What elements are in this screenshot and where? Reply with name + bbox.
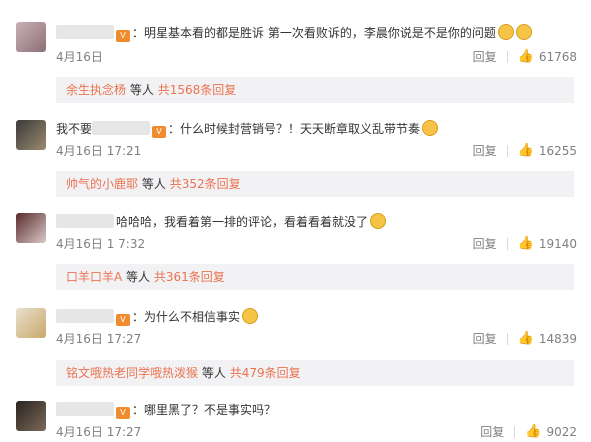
comment-actions: 回复 👍 9022 — [480, 424, 577, 440]
like-count: 14839 — [538, 332, 577, 346]
comment-meta: 4月16日 1 7:32 回复 👍 19140 — [56, 236, 577, 252]
comment-text: ：为什么不相信事实 — [132, 310, 241, 324]
emoji-icon — [370, 213, 387, 229]
like-count: 19140 — [538, 237, 577, 251]
like-count: 16255 — [538, 144, 577, 158]
emoji-icon — [422, 120, 439, 136]
comment-text-line: V ：哪里黑了？不是事实吗？ — [56, 402, 579, 419]
reply-summary[interactable]: 口羊口羊A 等人 共361条回复 — [56, 264, 574, 290]
comment-actions: 回复 👍 14839 — [473, 331, 577, 347]
comment-text-line: 我不要 V ：什么时候封营销号？！天天断章取义乱带节奏 — [56, 120, 579, 138]
reply-user[interactable]: 口羊口羊A — [66, 270, 122, 284]
comment-text: 哈哈哈，我看着第一排的评论，看着看着就没了 — [116, 215, 369, 229]
reply-total[interactable]: 共1568条回复 — [158, 83, 237, 97]
timestamp: 4月16日 — [56, 50, 103, 64]
comment-actions: 回复 👍 16255 — [473, 143, 577, 159]
comment-text-line: V ：明星基本看的都是胜诉 第一次看败诉的，李晨你说是不是你的问题 — [56, 24, 579, 42]
like-count: 9022 — [546, 425, 577, 439]
avatar[interactable] — [16, 401, 46, 431]
reply-summary[interactable]: 铭文哦热老同学哦热泼猴 等人 共479条回复 — [56, 360, 574, 386]
reply-mid: 等人 — [201, 366, 226, 380]
reply-total[interactable]: 共479条回复 — [230, 366, 301, 380]
emoji-icon — [242, 308, 259, 324]
like-count: 61768 — [538, 50, 577, 64]
thumbs-up-icon[interactable]: 👍 — [518, 143, 534, 159]
timestamp: 4月16日 17:21 — [56, 144, 142, 158]
reply-button[interactable]: 回复 — [473, 49, 497, 65]
vip-icon: V — [116, 407, 130, 419]
reply-summary[interactable]: 余生执念杨 等人 共1568条回复 — [56, 77, 574, 103]
username[interactable] — [56, 214, 114, 228]
divider — [506, 145, 508, 157]
username-prefix[interactable]: 我不要 — [56, 122, 92, 136]
reply-summary[interactable]: 帅气的小鹿耶 等人 共352条回复 — [56, 171, 574, 197]
avatar[interactable] — [16, 308, 46, 338]
reply-mid: 等人 — [126, 270, 151, 284]
timestamp: 4月16日 17:27 — [56, 425, 142, 439]
emoji-icon — [515, 24, 532, 40]
comment-meta: 4月16日 17:21 回复 👍 16255 — [56, 143, 577, 159]
avatar[interactable] — [16, 22, 46, 52]
reply-button[interactable]: 回复 — [473, 143, 497, 159]
comment-meta: 4月16日 回复 👍 61768 — [56, 49, 577, 65]
comment-actions: 回复 👍 61768 — [473, 49, 577, 65]
comment-text: ：什么时候封营销号？！天天断章取义乱带节奏 — [168, 122, 421, 136]
username[interactable] — [56, 402, 114, 416]
reply-user[interactable]: 铭文哦热老同学哦热泼猴 — [66, 366, 198, 380]
divider — [506, 333, 508, 345]
reply-total[interactable]: 共352条回复 — [170, 177, 241, 191]
comment-meta: 4月16日 17:27 回复 👍 14839 — [56, 331, 577, 347]
thumbs-up-icon[interactable]: 👍 — [525, 424, 541, 440]
username[interactable] — [56, 309, 114, 323]
divider — [506, 238, 508, 250]
vip-icon: V — [152, 126, 167, 138]
divider — [506, 51, 508, 63]
thumbs-up-icon[interactable]: 👍 — [518, 49, 534, 65]
comment-text-line: 哈哈哈，我看着第一排的评论，看着看着就没了 — [56, 213, 579, 230]
thumbs-up-icon[interactable]: 👍 — [518, 236, 534, 252]
reply-mid: 等人 — [141, 177, 166, 191]
comment-text-line: V ：为什么不相信事实 — [56, 308, 579, 326]
reply-user[interactable]: 帅气的小鹿耶 — [66, 177, 138, 191]
username[interactable] — [56, 25, 114, 39]
reply-mid: 等人 — [129, 83, 154, 97]
thumbs-up-icon[interactable]: 👍 — [518, 331, 534, 347]
reply-user[interactable]: 余生执念杨 — [66, 83, 126, 97]
timestamp: 4月16日 17:27 — [56, 332, 142, 346]
avatar[interactable] — [16, 120, 46, 150]
timestamp: 4月16日 1 7:32 — [56, 237, 146, 251]
comment-actions: 回复 👍 19140 — [473, 236, 577, 252]
reply-total[interactable]: 共361条回复 — [154, 270, 225, 284]
reply-button[interactable]: 回复 — [480, 424, 504, 440]
vip-icon: V — [116, 314, 130, 326]
comment-text: ：明星基本看的都是胜诉 第一次看败诉的，李晨你说是不是你的问题 — [132, 26, 496, 40]
reply-button[interactable]: 回复 — [473, 236, 497, 252]
divider — [514, 426, 516, 438]
comment-meta: 4月16日 17:27 回复 👍 9022 — [56, 424, 577, 440]
avatar[interactable] — [16, 213, 46, 243]
vip-icon: V — [116, 30, 130, 42]
username[interactable] — [92, 121, 151, 135]
reply-button[interactable]: 回复 — [473, 331, 497, 347]
comment-text: ：哪里黑了？不是事实吗？ — [132, 403, 277, 417]
emoji-icon — [497, 24, 514, 40]
